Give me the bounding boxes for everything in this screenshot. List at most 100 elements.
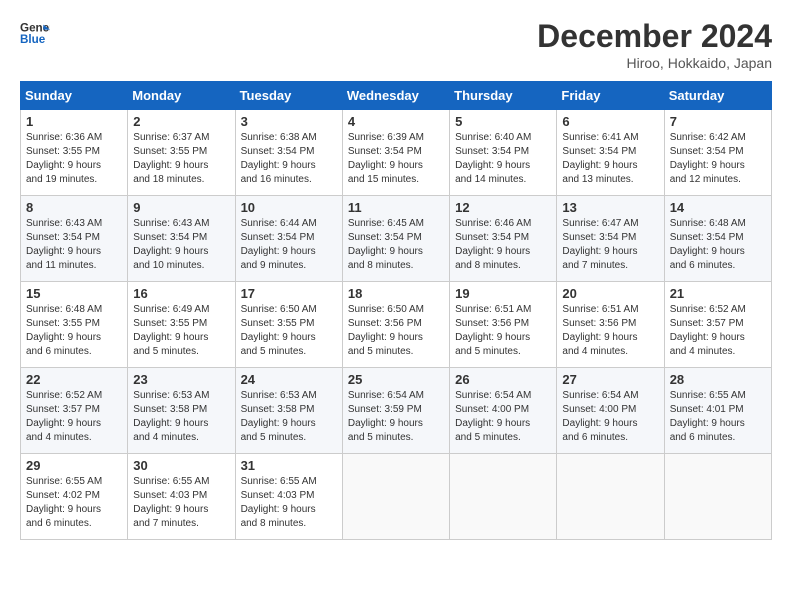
day-info: Sunrise: 6:49 AM Sunset: 3:55 PM Dayligh… (133, 303, 229, 359)
day-number: 23 (133, 372, 229, 387)
day-number: 31 (241, 458, 337, 473)
col-header-thursday: Thursday (450, 82, 557, 110)
table-row: 16 Sunrise: 6:49 AM Sunset: 3:55 PM Dayli… (128, 282, 235, 368)
table-row: 5 Sunrise: 6:40 AM Sunset: 3:54 PM Daylig… (450, 110, 557, 196)
subtitle: Hiroo, Hokkaido, Japan (537, 55, 772, 71)
day-number: 10 (241, 200, 337, 215)
table-row (450, 454, 557, 540)
day-number: 12 (455, 200, 551, 215)
table-row: 21Sunrise: 6:52 AM Sunset: 3:57 PM Dayli… (664, 282, 771, 368)
calendar-table: SundayMondayTuesdayWednesdayThursdayFrid… (20, 81, 772, 540)
day-number: 11 (348, 200, 444, 215)
day-info: Sunrise: 6:43 AM Sunset: 3:54 PM Dayligh… (26, 217, 122, 273)
day-info: Sunrise: 6:36 AM Sunset: 3:55 PM Dayligh… (26, 131, 122, 187)
svg-text:Blue: Blue (20, 33, 46, 46)
day-number: 21 (670, 286, 766, 301)
day-info: Sunrise: 6:43 AM Sunset: 3:54 PM Dayligh… (133, 217, 229, 273)
col-header-saturday: Saturday (664, 82, 771, 110)
table-row: 4 Sunrise: 6:39 AM Sunset: 3:54 PM Daylig… (342, 110, 449, 196)
day-info: Sunrise: 6:51 AM Sunset: 3:56 PM Dayligh… (562, 303, 658, 359)
header: General Blue December 2024 Hiroo, Hokkai… (20, 18, 772, 71)
col-header-monday: Monday (128, 82, 235, 110)
day-info: Sunrise: 6:55 AM Sunset: 4:02 PM Dayligh… (26, 475, 122, 531)
col-header-tuesday: Tuesday (235, 82, 342, 110)
table-row: 10 Sunrise: 6:44 AM Sunset: 3:54 PM Dayli… (235, 196, 342, 282)
table-row: 9 Sunrise: 6:43 AM Sunset: 3:54 PM Daylig… (128, 196, 235, 282)
day-number: 8 (26, 200, 122, 215)
table-row: 25Sunrise: 6:54 AM Sunset: 3:59 PM Dayli… (342, 368, 449, 454)
logo: General Blue (20, 18, 50, 48)
day-info: Sunrise: 6:48 AM Sunset: 3:55 PM Dayligh… (26, 303, 122, 359)
day-number: 20 (562, 286, 658, 301)
table-row: 12Sunrise: 6:46 AM Sunset: 3:54 PM Dayli… (450, 196, 557, 282)
day-number: 4 (348, 114, 444, 129)
day-info: Sunrise: 6:44 AM Sunset: 3:54 PM Dayligh… (241, 217, 337, 273)
day-number: 25 (348, 372, 444, 387)
day-number: 1 (26, 114, 122, 129)
table-row: 15 Sunrise: 6:48 AM Sunset: 3:55 PM Dayli… (21, 282, 128, 368)
table-row: 29 Sunrise: 6:55 AM Sunset: 4:02 PM Dayli… (21, 454, 128, 540)
day-info: Sunrise: 6:45 AM Sunset: 3:54 PM Dayligh… (348, 217, 444, 273)
day-number: 14 (670, 200, 766, 215)
col-header-sunday: Sunday (21, 82, 128, 110)
table-row: 2Sunrise: 6:37 AM Sunset: 3:55 PM Daylig… (128, 110, 235, 196)
day-number: 27 (562, 372, 658, 387)
day-info: Sunrise: 6:42 AM Sunset: 3:54 PM Dayligh… (670, 131, 766, 187)
table-row: 22 Sunrise: 6:52 AM Sunset: 3:57 PM Dayli… (21, 368, 128, 454)
table-row: 7 Sunrise: 6:42 AM Sunset: 3:54 PM Daylig… (664, 110, 771, 196)
day-number: 18 (348, 286, 444, 301)
day-info: Sunrise: 6:39 AM Sunset: 3:54 PM Dayligh… (348, 131, 444, 187)
day-info: Sunrise: 6:55 AM Sunset: 4:03 PM Dayligh… (241, 475, 337, 531)
day-info: Sunrise: 6:55 AM Sunset: 4:03 PM Dayligh… (133, 475, 229, 531)
day-info: Sunrise: 6:54 AM Sunset: 4:00 PM Dayligh… (455, 389, 551, 445)
day-number: 15 (26, 286, 122, 301)
table-row: 30 Sunrise: 6:55 AM Sunset: 4:03 PM Dayli… (128, 454, 235, 540)
day-number: 19 (455, 286, 551, 301)
table-row: 28 Sunrise: 6:55 AM Sunset: 4:01 PM Dayli… (664, 368, 771, 454)
day-number: 7 (670, 114, 766, 129)
day-number: 22 (26, 372, 122, 387)
day-info: Sunrise: 6:54 AM Sunset: 4:00 PM Dayligh… (562, 389, 658, 445)
day-number: 26 (455, 372, 551, 387)
day-number: 28 (670, 372, 766, 387)
day-info: Sunrise: 6:48 AM Sunset: 3:54 PM Dayligh… (670, 217, 766, 273)
month-title: December 2024 (537, 18, 772, 55)
page: General Blue December 2024 Hiroo, Hokkai… (0, 0, 792, 612)
day-info: Sunrise: 6:53 AM Sunset: 3:58 PM Dayligh… (133, 389, 229, 445)
day-number: 3 (241, 114, 337, 129)
table-row: 18 Sunrise: 6:50 AM Sunset: 3:56 PM Dayli… (342, 282, 449, 368)
day-number: 16 (133, 286, 229, 301)
day-number: 9 (133, 200, 229, 215)
day-info: Sunrise: 6:50 AM Sunset: 3:55 PM Dayligh… (241, 303, 337, 359)
col-header-friday: Friday (557, 82, 664, 110)
day-info: Sunrise: 6:47 AM Sunset: 3:54 PM Dayligh… (562, 217, 658, 273)
table-row: 14 Sunrise: 6:48 AM Sunset: 3:54 PM Dayli… (664, 196, 771, 282)
table-row: 13Sunrise: 6:47 AM Sunset: 3:54 PM Dayli… (557, 196, 664, 282)
table-row (557, 454, 664, 540)
day-number: 17 (241, 286, 337, 301)
table-row: 23 Sunrise: 6:53 AM Sunset: 3:58 PM Dayli… (128, 368, 235, 454)
table-row: 6 Sunrise: 6:41 AM Sunset: 3:54 PM Daylig… (557, 110, 664, 196)
table-row (664, 454, 771, 540)
day-info: Sunrise: 6:38 AM Sunset: 3:54 PM Dayligh… (241, 131, 337, 187)
day-number: 5 (455, 114, 551, 129)
day-number: 29 (26, 458, 122, 473)
table-row: 24Sunrise: 6:53 AM Sunset: 3:58 PM Dayli… (235, 368, 342, 454)
day-info: Sunrise: 6:51 AM Sunset: 3:56 PM Dayligh… (455, 303, 551, 359)
table-row: 11 Sunrise: 6:45 AM Sunset: 3:54 PM Dayli… (342, 196, 449, 282)
table-row: 26 Sunrise: 6:54 AM Sunset: 4:00 PM Dayli… (450, 368, 557, 454)
day-number: 6 (562, 114, 658, 129)
title-block: December 2024 Hiroo, Hokkaido, Japan (537, 18, 772, 71)
day-info: Sunrise: 6:50 AM Sunset: 3:56 PM Dayligh… (348, 303, 444, 359)
table-row: 17 Sunrise: 6:50 AM Sunset: 3:55 PM Dayli… (235, 282, 342, 368)
day-number: 30 (133, 458, 229, 473)
table-row: 31 Sunrise: 6:55 AM Sunset: 4:03 PM Dayli… (235, 454, 342, 540)
day-info: Sunrise: 6:41 AM Sunset: 3:54 PM Dayligh… (562, 131, 658, 187)
table-row: 20 Sunrise: 6:51 AM Sunset: 3:56 PM Dayli… (557, 282, 664, 368)
logo-icon: General Blue (20, 18, 50, 48)
day-info: Sunrise: 6:55 AM Sunset: 4:01 PM Dayligh… (670, 389, 766, 445)
table-row: 3 Sunrise: 6:38 AM Sunset: 3:54 PM Daylig… (235, 110, 342, 196)
day-info: Sunrise: 6:40 AM Sunset: 3:54 PM Dayligh… (455, 131, 551, 187)
day-number: 24 (241, 372, 337, 387)
day-info: Sunrise: 6:52 AM Sunset: 3:57 PM Dayligh… (26, 389, 122, 445)
